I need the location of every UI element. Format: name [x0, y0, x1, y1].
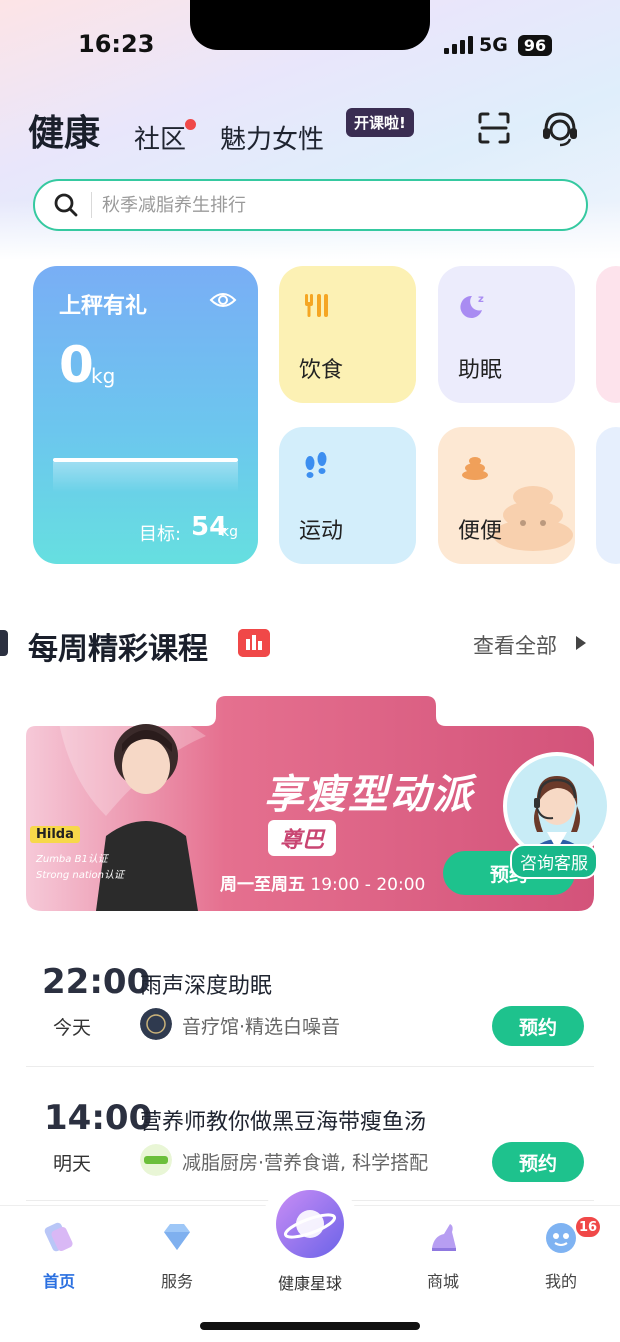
notification-dot [185, 119, 197, 130]
tab-home-label: 首页 [42, 1272, 75, 1291]
banner-title: 享瘦型动派 [264, 772, 474, 818]
top-navigation: 健康 社区 魅力女性 [28, 104, 324, 156]
book-button[interactable]: 预约 [492, 1006, 584, 1046]
chart-icon [238, 629, 270, 657]
schedule-row[interactable]: 22:00 今天 雨声深度助眠 音疗馆·精选白噪音 预约 [0, 958, 620, 1094]
tile-poop[interactable]: 便便 [438, 427, 575, 564]
tab-home[interactable]: 首页 [14, 1206, 104, 1292]
signal-icon [444, 36, 473, 54]
schedule-day: 明天 [53, 1153, 92, 1175]
glass-slipper-icon [432, 1224, 456, 1251]
schedule-subtitle: 音疗馆·精选白噪音 [182, 1016, 341, 1038]
target-label: 目标: [139, 524, 182, 545]
weight-value: 0 [59, 336, 94, 394]
search-input[interactable] [102, 194, 522, 216]
schedule-day: 今天 [53, 1017, 92, 1039]
book-button[interactable]: 预约 [492, 1142, 584, 1182]
schedule-title: 营养师教你做黑豆海带瘦鱼汤 [140, 1110, 427, 1135]
course-badge: 开课啦! [346, 108, 414, 137]
schedule-time: 22:00 [42, 962, 151, 1002]
schedule-title: 雨声深度助眠 [140, 974, 273, 999]
diamond-icon [164, 1224, 190, 1250]
tile-poop-label: 便便 [458, 519, 503, 544]
row-divider [26, 1066, 594, 1067]
notification-badge: 16 [574, 1215, 602, 1239]
sound-hall-avatar [140, 1008, 172, 1040]
section-marker [0, 630, 8, 656]
customer-service-icon[interactable] [540, 108, 580, 148]
status-indicators: 5G 96 [444, 34, 553, 56]
schedule-time: 14:00 [44, 1098, 153, 1138]
tile-sport-label: 运动 [299, 519, 344, 544]
tab-mall-label: 商城 [426, 1272, 459, 1291]
consult-service-label[interactable]: 咨询客服 [510, 844, 598, 879]
instructor-cert-1: Zumba B1认证 [36, 854, 108, 865]
poop-icon [462, 457, 488, 480]
tab-mine-label: 我的 [544, 1272, 577, 1291]
tile-sleep[interactable]: z 助眠 [438, 266, 575, 403]
search-bar[interactable] [33, 179, 588, 231]
tab-service-label: 服务 [160, 1272, 193, 1291]
weight-unit: kg [91, 364, 116, 388]
home-indicator [200, 1322, 420, 1330]
schedule-subtitle: 减脂厨房·营养食谱, 科学搭配 [182, 1152, 429, 1174]
weigh-card[interactable]: 上秤有礼 0 kg 目标: 54 kg [33, 266, 258, 564]
search-icon [54, 193, 78, 217]
tab-planet-label: 健康星球 [277, 1274, 342, 1293]
eye-icon[interactable] [209, 290, 237, 310]
utensils-icon [305, 294, 328, 317]
tab-service[interactable]: 服务 [132, 1206, 222, 1292]
moon-icon: z [460, 294, 484, 318]
tile-more-2[interactable] [596, 427, 620, 564]
weigh-title: 上秤有礼 [59, 294, 148, 319]
fat-loss-kitchen-avatar [140, 1144, 172, 1176]
view-all-link[interactable]: 查看全部 [473, 630, 557, 660]
tab-charm-women[interactable]: 魅力女性 [220, 119, 324, 156]
tile-more-1[interactable] [596, 266, 620, 403]
planet-icon [276, 1190, 344, 1258]
tile-sleep-label: 助眠 [458, 358, 503, 383]
status-time: 16:23 [78, 30, 155, 58]
target-unit: kg [221, 524, 238, 540]
banner-subtitle: 尊巴 [268, 820, 337, 856]
banner-days: 周一至周五 [220, 875, 305, 895]
home-icon [44, 1222, 73, 1252]
instructor-name: Hilda [30, 826, 80, 843]
search-divider [91, 192, 92, 218]
tab-health[interactable]: 健康 [28, 104, 100, 156]
footprints-icon [305, 452, 327, 478]
section-title: 每周精彩课程 [28, 632, 208, 667]
battery-icon: 96 [517, 34, 553, 56]
svg-text:z: z [478, 294, 484, 305]
tab-mall[interactable]: 商城 [398, 1206, 488, 1292]
tile-food[interactable]: 饮食 [279, 266, 416, 403]
tab-community[interactable]: 社区 [134, 119, 197, 156]
instructor-cert-2: Strong nation认证 [36, 870, 124, 881]
banner-schedule: 周一至周五 19:00 - 20:00 [220, 870, 425, 895]
chevron-right-icon[interactable] [576, 636, 586, 650]
tile-food-label: 饮食 [299, 358, 344, 383]
tab-community-label: 社区 [134, 125, 187, 155]
network-type: 5G [479, 34, 508, 56]
tile-sport[interactable]: 运动 [279, 427, 416, 564]
device-notch [190, 0, 430, 50]
banner-hours: 19:00 - 20:00 [310, 875, 426, 895]
scan-icon[interactable] [474, 108, 514, 148]
